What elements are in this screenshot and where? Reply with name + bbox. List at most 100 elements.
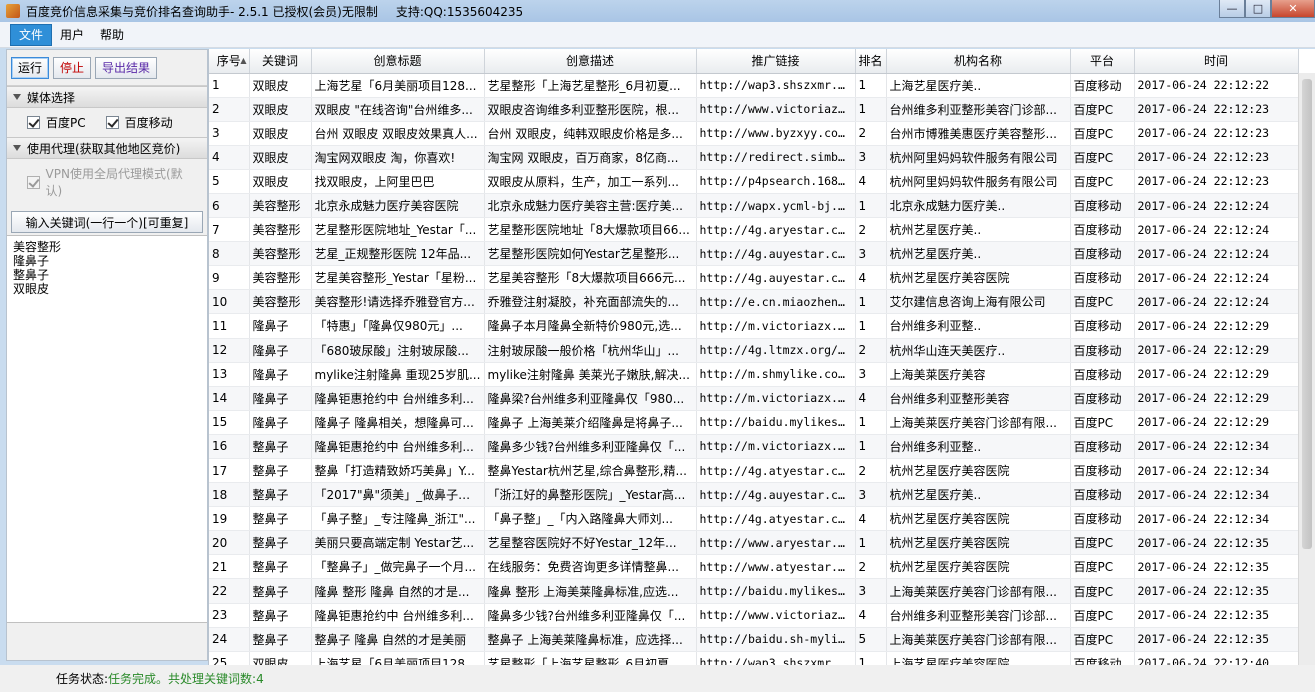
scrollbar-thumb[interactable]: [1302, 79, 1312, 549]
cell-ad-description: 艺星美容整形「8大爆款项目666元...: [484, 265, 697, 291]
cell-ad-title: 「2017"鼻"须美」_做鼻子哪...: [311, 482, 485, 508]
table-row[interactable]: 24 整鼻子 整鼻子 隆鼻 自然的才是美丽 整鼻子 上海美莱隆鼻标准，应选择... ht…: [209, 627, 1299, 652]
window-title: 百度竞价信息采集与竞价排名查询助手- 2.5.1 已授权(会员)无限制: [26, 4, 378, 19]
cell-rank: 3: [855, 145, 887, 170]
status-bar: 任务状态: 任务完成。共处理关键词数:4: [0, 665, 1315, 692]
stop-button[interactable]: 停止: [53, 56, 92, 79]
baidu-mobile-checkbox[interactable]: [105, 116, 119, 129]
cell-organization: 台州维多利亚整形美容门诊部...: [886, 603, 1071, 628]
table-row[interactable]: 11 隆鼻子 「特惠」「隆鼻仅980元」... 隆鼻子本月隆鼻全新特价980元,选..…: [209, 313, 1299, 339]
cell-ad-description: 隆鼻多少钱?台州维多利亚隆鼻仅「...: [484, 434, 697, 460]
table-row[interactable]: 16 整鼻子 隆鼻钜惠抢约中 台州维多利... 隆鼻多少钱?台州维多利亚隆鼻仅「...…: [209, 434, 1299, 460]
table-row[interactable]: 2 双眼皮 双眼皮 "在线咨询"台州维多... 双眼皮咨询维多利亚整形医院，根... h…: [209, 97, 1299, 122]
column-header-organization[interactable]: 机构名称: [886, 49, 1071, 74]
proxy-options: VPN使用全局代理模式(默认): [7, 159, 207, 205]
cell-organization: 杭州艺星医疗美..: [886, 241, 1071, 267]
cell-ad-description: 隆鼻子 上海美莱介绍隆鼻是将鼻子...: [484, 410, 697, 435]
cell-ad-title: 「特惠」「隆鼻仅980元」...: [311, 313, 485, 339]
menu-file[interactable]: 文件: [10, 23, 53, 46]
cell-index: 8: [209, 241, 250, 267]
table-row[interactable]: 3 双眼皮 台州 双眼皮 双眼皮效果真人... 台州 双眼皮，纯韩双眼皮价格是多...…: [209, 121, 1299, 146]
cell-index: 11: [209, 313, 250, 339]
cell-time: 2017-06-24 22:12:23: [1134, 145, 1299, 170]
cell-organization: 台州市博雅美惠医疗美容整形...: [886, 121, 1071, 146]
keyword-line: 美容整形: [13, 240, 62, 254]
table-row[interactable]: 4 双眼皮 淘宝网双眼皮 淘，你喜欢! 淘宝网 双眼皮，百万商家，8亿商... http…: [209, 145, 1299, 170]
cell-ad-title: 淘宝网双眼皮 淘，你喜欢!: [311, 145, 485, 170]
collapse-triangle-icon: [13, 145, 21, 151]
cell-ad-title: 美丽只要高端定制 Yestar艺...: [311, 530, 485, 556]
menu-user[interactable]: 用户: [52, 24, 92, 46]
table-row[interactable]: 14 隆鼻子 隆鼻钜惠抢约中 台州维多利... 隆鼻梁?台州维多利亚隆鼻仅「980..…: [209, 386, 1299, 411]
cell-keyword: 双眼皮: [249, 169, 312, 194]
cell-platform: 百度移动: [1070, 313, 1135, 339]
cell-ad-description: 艺星整容医院好不好Yestar_12年...: [484, 530, 697, 556]
cell-ad-title: 艺星美容整形_Yestar「星粉...: [311, 265, 485, 291]
column-header-keyword[interactable]: 关键词: [249, 49, 312, 74]
table-row[interactable]: 21 整鼻子 「整鼻子」_做完鼻子一个月... 在线服务：免费咨询更多详情整鼻... h…: [209, 554, 1299, 580]
cell-ad-title: 整鼻「打造精致娇巧美鼻」Y...: [311, 458, 485, 484]
column-header-promo-link[interactable]: 推广链接: [696, 49, 856, 74]
table-row[interactable]: 6 美容整形 北京永成魅力医疗美容医院 北京永成魅力医疗美容主营:医疗美... http…: [209, 193, 1299, 219]
column-header-time[interactable]: 时间: [1134, 49, 1299, 74]
close-button[interactable]: ✕: [1271, 0, 1315, 18]
column-header-index[interactable]: 序号: [209, 49, 250, 74]
cell-ad-title: 上海艺星「6月美丽项目128...: [311, 651, 485, 665]
table-row[interactable]: 19 整鼻子 「鼻子整」_专注隆鼻_浙江"... 「鼻子整」_「内入路隆鼻大师刘...…: [209, 506, 1299, 532]
column-header-platform[interactable]: 平台: [1070, 49, 1135, 74]
table-row[interactable]: 13 隆鼻子 mylike注射隆鼻 重现25岁肌... mylike注射隆鼻 美莱光子…: [209, 362, 1299, 387]
export-results-button[interactable]: 导出结果: [95, 56, 158, 79]
proxy-section-header[interactable]: 使用代理(获取其他地区竞价): [7, 137, 207, 159]
vertical-scrollbar[interactable]: [1298, 73, 1315, 665]
table-row[interactable]: 23 整鼻子 隆鼻钜惠抢约中 台州维多利... 隆鼻多少钱?台州维多利亚隆鼻仅「...…: [209, 603, 1299, 628]
cell-rank: 5: [855, 627, 887, 652]
column-header-rank[interactable]: 排名: [855, 49, 887, 74]
vpn-global-checkbox[interactable]: [27, 175, 40, 189]
cell-time: 2017-06-24 22:12:23: [1134, 121, 1299, 146]
menu-help[interactable]: 帮助: [92, 24, 132, 46]
cell-keyword: 双眼皮: [249, 121, 312, 146]
table-row[interactable]: 15 隆鼻子 隆鼻子 隆鼻相关，想隆鼻可... 隆鼻子 上海美莱介绍隆鼻是将鼻子...…: [209, 410, 1299, 435]
column-header-ad-title[interactable]: 创意标题: [311, 49, 485, 74]
cell-promo-link: http://wap3.shszxmr.c...: [696, 73, 856, 98]
media-section-header[interactable]: 媒体选择: [7, 86, 207, 108]
table-row[interactable]: 9 美容整形 艺星美容整形_Yestar「星粉... 艺星美容整形「8大爆款项目666…: [209, 265, 1299, 291]
baidu-pc-checkbox[interactable]: [27, 116, 40, 129]
cell-ad-title: 艺星_正规整形医院 12年品...: [311, 241, 485, 267]
cell-ad-title: 双眼皮 "在线咨询"台州维多...: [311, 97, 485, 122]
cell-time: 2017-06-24 22:12:24: [1134, 193, 1299, 219]
maximize-button[interactable]: □: [1245, 0, 1271, 18]
cell-platform: 百度PC: [1070, 145, 1135, 170]
table-row[interactable]: 5 双眼皮 找双眼皮，上阿里巴巴 双眼皮从原料，生产，加工一系列... http://p…: [209, 169, 1299, 194]
table-row[interactable]: 20 整鼻子 美丽只要高端定制 Yestar艺... 艺星整容医院好不好Yestar_…: [209, 530, 1299, 556]
results-table: 序号 关键词 创意标题 创意描述 推广链接 排名 机构名称 平台 时间 1双眼皮…: [209, 49, 1299, 665]
table-row[interactable]: 18 整鼻子 「2017"鼻"须美」_做鼻子哪... 「浙江好的鼻整形医院」_Yest…: [209, 482, 1299, 508]
table-row[interactable]: 7 美容整形 艺星整形医院地址_Yestar「... 艺星整形医院地址「8大爆款项目6…: [209, 217, 1299, 243]
cell-time: 2017-06-24 22:12:29: [1134, 338, 1299, 363]
cell-time: 2017-06-24 22:12:40: [1134, 651, 1299, 665]
table-row[interactable]: 10 美容整形 美容整形!请选择乔雅登官方... 乔雅登注射凝胶，补充面部流失的...…: [209, 289, 1299, 315]
cell-rank: 1: [855, 97, 887, 122]
cell-organization: 杭州艺星医疗美容医院: [886, 458, 1071, 484]
run-button[interactable]: 运行: [11, 56, 50, 79]
table-row[interactable]: 25 双眼皮 上海艺星「6月美丽项目128... 艺星整形「上海艺星整形_6月初夏..…: [209, 651, 1299, 665]
table-row[interactable]: 12 隆鼻子 「680玻尿酸」注射玻尿酸... 注射玻尿酸一般价格「杭州华山」... h…: [209, 338, 1299, 363]
cell-platform: 百度移动: [1070, 362, 1135, 387]
cell-platform: 百度PC: [1070, 121, 1135, 146]
cell-organization: 上海美莱医疗美容门诊部有限...: [886, 410, 1071, 435]
keyword-textarea[interactable]: 美容整形 隆鼻子 整鼻子 双眼皮: [7, 235, 207, 623]
cell-promo-link: http://4g.atyestar.com...: [696, 458, 856, 484]
column-header-ad-description[interactable]: 创意描述: [484, 49, 697, 74]
table-row[interactable]: 1 双眼皮 上海艺星「6月美丽项目128... 艺星整形「上海艺星整形_6月初夏...…: [209, 73, 1299, 98]
cell-index: 20: [209, 530, 250, 556]
minimize-button[interactable]: —: [1219, 0, 1245, 18]
table-row[interactable]: 17 整鼻子 整鼻「打造精致娇巧美鼻」Y... 整鼻Yestar杭州艺星,综合鼻整形,…: [209, 458, 1299, 484]
results-table-container: 序号 关键词 创意标题 创意描述 推广链接 排名 机构名称 平台 时间 1双眼皮…: [208, 49, 1315, 665]
cell-organization: 台州维多利亚整..: [886, 434, 1071, 460]
table-row[interactable]: 8 美容整形 艺星_正规整形医院 12年品... 艺星整形医院如何Yestar艺星整形…: [209, 241, 1299, 267]
cell-keyword: 美容整形: [249, 241, 312, 267]
table-row[interactable]: 22 整鼻子 隆鼻 整形 隆鼻 自然的才是... 隆鼻 整形 上海美莱隆鼻标准,应选.…: [209, 578, 1299, 604]
cell-promo-link: http://m.shmylike.com...: [696, 362, 856, 387]
status-label: 任务状态:: [56, 672, 109, 686]
cell-platform: 百度移动: [1070, 193, 1135, 219]
